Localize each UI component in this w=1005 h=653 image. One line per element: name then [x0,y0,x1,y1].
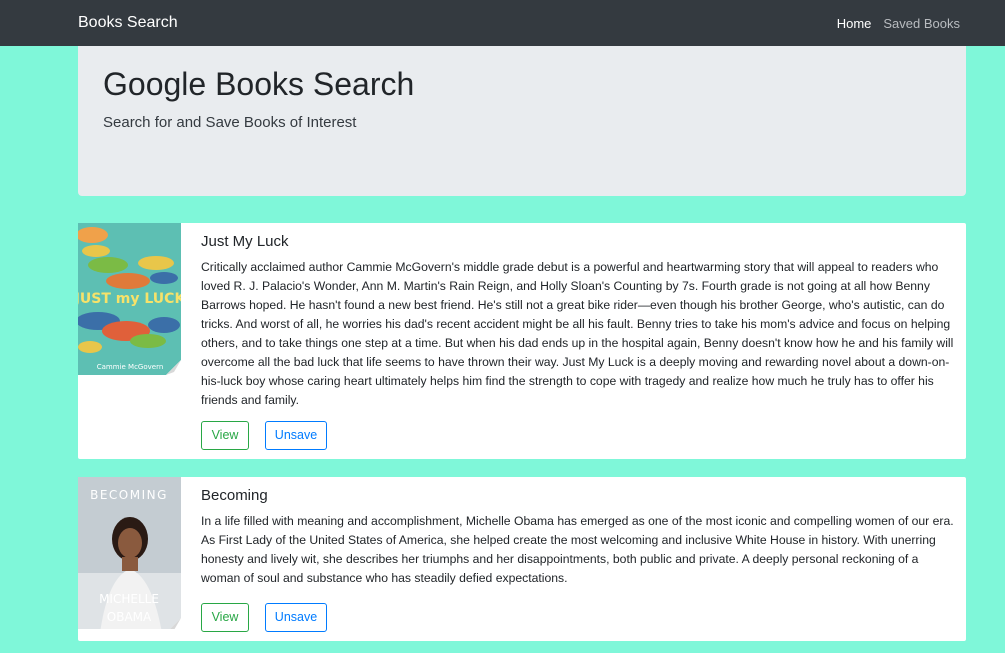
nav-link-saved-books[interactable]: Saved Books [883,16,960,31]
cover-author-line2: OBAMA [107,610,152,624]
cover-title-text: BECOMING [90,488,168,502]
navbar-brand[interactable]: Books Search [78,14,178,32]
book-description: In a life filled with meaning and accomp… [201,514,954,585]
navbar: Books Search Home Saved Books [0,0,1005,46]
unsave-button[interactable]: Unsave [265,603,327,632]
cover-author-line1: MICHELLE [99,592,159,606]
view-button[interactable]: View [201,421,249,450]
page-title: Google Books Search [103,66,415,102]
nav-link-home[interactable]: Home [837,16,872,31]
book-title: Becoming [201,487,268,504]
book-cover-image: BECOMING MICHELLE OBAMA [78,477,181,629]
page-subtitle: Search for and Save Books of Interest [103,114,357,131]
unsave-button[interactable]: Unsave [265,421,327,450]
nav-links: Home Saved Books [837,16,960,31]
book-card: BECOMING MICHELLE OBAMA Becoming In a li… [78,477,966,641]
cover-author-text: Cammie McGovern [97,363,164,371]
book-cover-image: JUST my LUCK Cammie McGovern [78,223,181,375]
book-description: Critically acclaimed author Cammie McGov… [201,260,954,407]
cover-title-text: JUST my LUCK [78,291,181,307]
jumbotron: Google Books Search Search for and Save … [78,46,966,196]
book-card: JUST my LUCK Cammie McGovern Just My Luc… [78,223,966,459]
book-title: Just My Luck [201,233,289,250]
view-button[interactable]: View [201,603,249,632]
